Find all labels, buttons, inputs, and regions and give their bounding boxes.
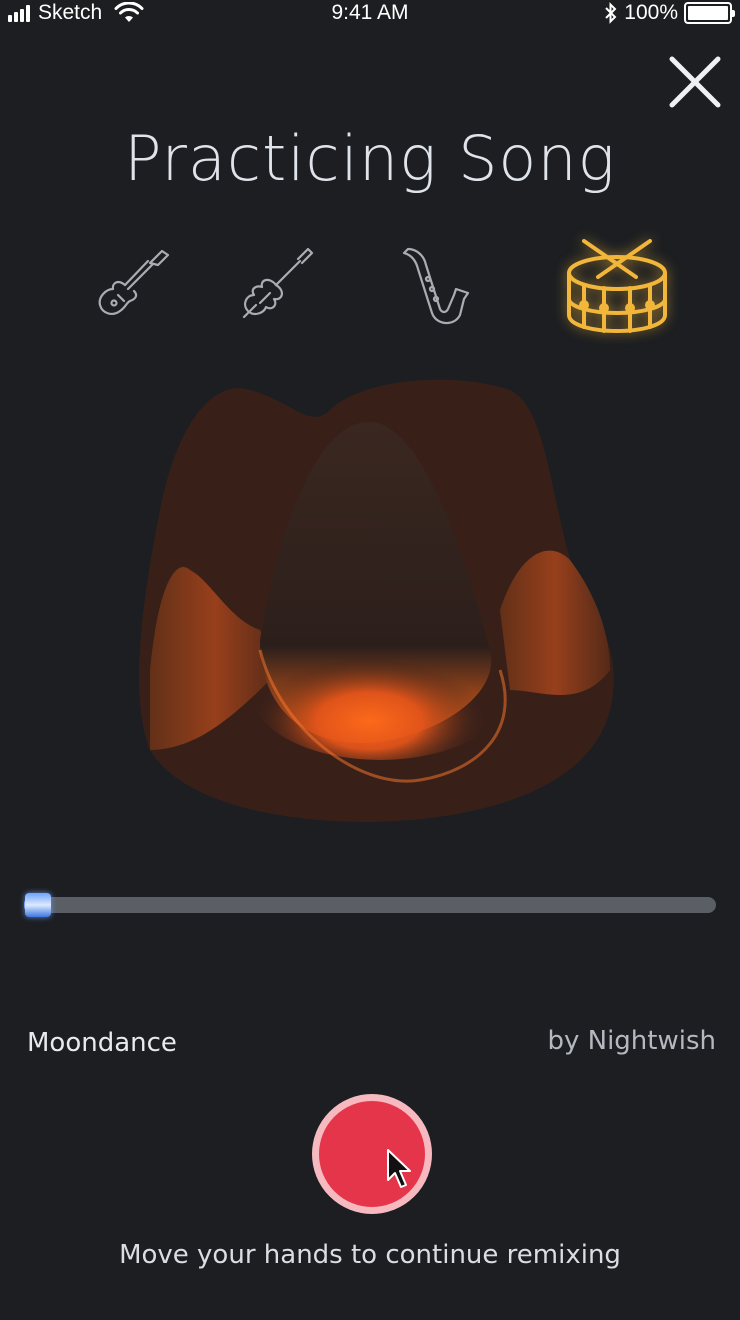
drum-icon[interactable] [562,235,672,335]
status-bar: Sketch 9:41 AM 100% [0,0,740,30]
hint-text: Move your hands to continue remixing [119,1240,621,1270]
cursor-icon [387,1149,411,1188]
electric-guitar-icon[interactable] [92,245,172,325]
battery-fill [688,6,728,20]
battery-percent: 100% [624,1,678,24]
record-button[interactable] [312,1094,432,1214]
bluetooth-icon [605,2,617,24]
violin-icon[interactable] [236,245,316,325]
battery-icon [684,2,735,24]
instrument-selector [0,230,740,340]
saxophone-icon[interactable] [398,243,474,329]
sound-visualizer [139,379,614,822]
page-title: Practicing Song [124,122,616,195]
song-artist: by Nightwish [547,1026,716,1056]
close-icon[interactable] [668,55,722,109]
status-right: 100% [604,0,735,26]
progress-track[interactable] [24,897,716,913]
progress-thumb[interactable] [24,893,51,917]
song-title: Moondance [27,1028,177,1058]
